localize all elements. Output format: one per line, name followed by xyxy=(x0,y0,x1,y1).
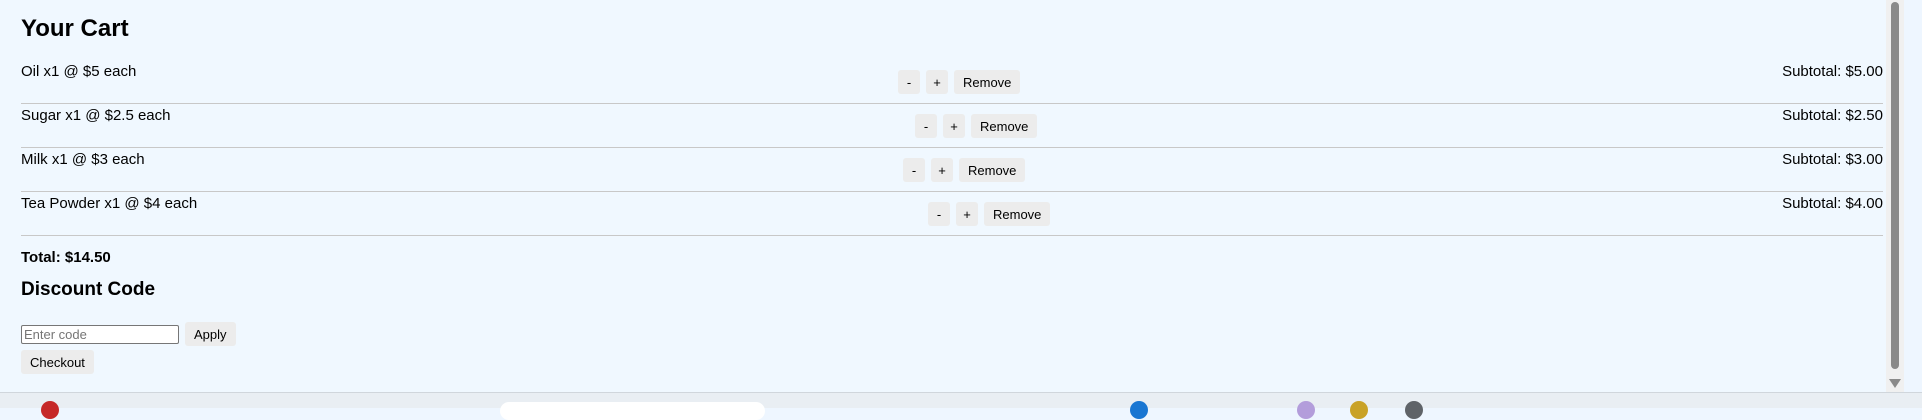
item-label: Sugar x1 @ $2.5 each xyxy=(21,107,171,124)
taskbar-app-icon[interactable] xyxy=(1130,401,1148,419)
cart-total: Total: $14.50 xyxy=(21,249,111,266)
item-subtotal: Subtotal: $5.00 xyxy=(1782,63,1883,80)
vertical-scrollbar[interactable] xyxy=(1886,0,1904,392)
checkout-button[interactable]: Checkout xyxy=(21,350,94,374)
increase-quantity-button[interactable]: + xyxy=(956,202,978,226)
cart-page: Your Cart Oil x1 @ $5 each - + Remove Su… xyxy=(0,0,1904,392)
increase-quantity-button[interactable]: + xyxy=(926,70,948,94)
cart-item: Milk x1 @ $3 each - + Remove Subtotal: $… xyxy=(21,148,1883,192)
taskbar xyxy=(0,392,1922,420)
item-label: Tea Powder x1 @ $4 each xyxy=(21,195,198,212)
taskbar-app-icon[interactable] xyxy=(41,401,59,419)
cart-item: Tea Powder x1 @ $4 each - + Remove Subto… xyxy=(21,192,1883,236)
decrease-quantity-button[interactable]: - xyxy=(898,70,920,94)
item-controls: - + Remove xyxy=(928,202,1051,226)
page-title: Your Cart xyxy=(21,15,129,42)
item-label: Oil x1 @ $5 each xyxy=(21,63,137,80)
item-subtotal: Subtotal: $2.50 xyxy=(1782,107,1883,124)
remove-item-button[interactable]: Remove xyxy=(971,114,1038,138)
remove-item-button[interactable]: Remove xyxy=(984,202,1051,226)
remove-item-button[interactable]: Remove xyxy=(954,70,1021,94)
item-subtotal: Subtotal: $4.00 xyxy=(1782,195,1883,212)
discount-form: Apply xyxy=(21,322,1883,346)
item-subtotal: Subtotal: $3.00 xyxy=(1782,151,1883,168)
discount-title: Discount Code xyxy=(21,279,156,300)
cart-container: Your Cart Oil x1 @ $5 each - + Remove Su… xyxy=(21,14,1883,374)
taskbar-app-icon[interactable] xyxy=(1297,401,1315,419)
taskbar-app-icon[interactable] xyxy=(1350,401,1368,419)
increase-quantity-button[interactable]: + xyxy=(943,114,965,138)
apply-discount-button[interactable]: Apply xyxy=(185,322,236,346)
decrease-quantity-button[interactable]: - xyxy=(903,158,925,182)
cart-item: Sugar x1 @ $2.5 each - + Remove Subtotal… xyxy=(21,104,1883,148)
increase-quantity-button[interactable]: + xyxy=(931,158,953,182)
item-controls: - + Remove xyxy=(898,70,1021,94)
decrease-quantity-button[interactable]: - xyxy=(915,114,937,138)
remove-item-button[interactable]: Remove xyxy=(959,158,1026,182)
scrollbar-thumb[interactable] xyxy=(1891,2,1899,369)
scroll-down-arrow-icon[interactable] xyxy=(1889,379,1901,388)
taskbar-search-box[interactable] xyxy=(500,402,765,420)
cart-items: Oil x1 @ $5 each - + Remove Subtotal: $5… xyxy=(21,60,1883,236)
taskbar-app-icon[interactable] xyxy=(1405,401,1423,419)
decrease-quantity-button[interactable]: - xyxy=(928,202,950,226)
item-controls: - + Remove xyxy=(903,158,1026,182)
cart-item: Oil x1 @ $5 each - + Remove Subtotal: $5… xyxy=(21,60,1883,104)
item-label: Milk x1 @ $3 each xyxy=(21,151,145,168)
checkout-row: Checkout xyxy=(21,350,1883,374)
item-controls: - + Remove xyxy=(915,114,1038,138)
discount-code-input[interactable] xyxy=(21,324,179,344)
